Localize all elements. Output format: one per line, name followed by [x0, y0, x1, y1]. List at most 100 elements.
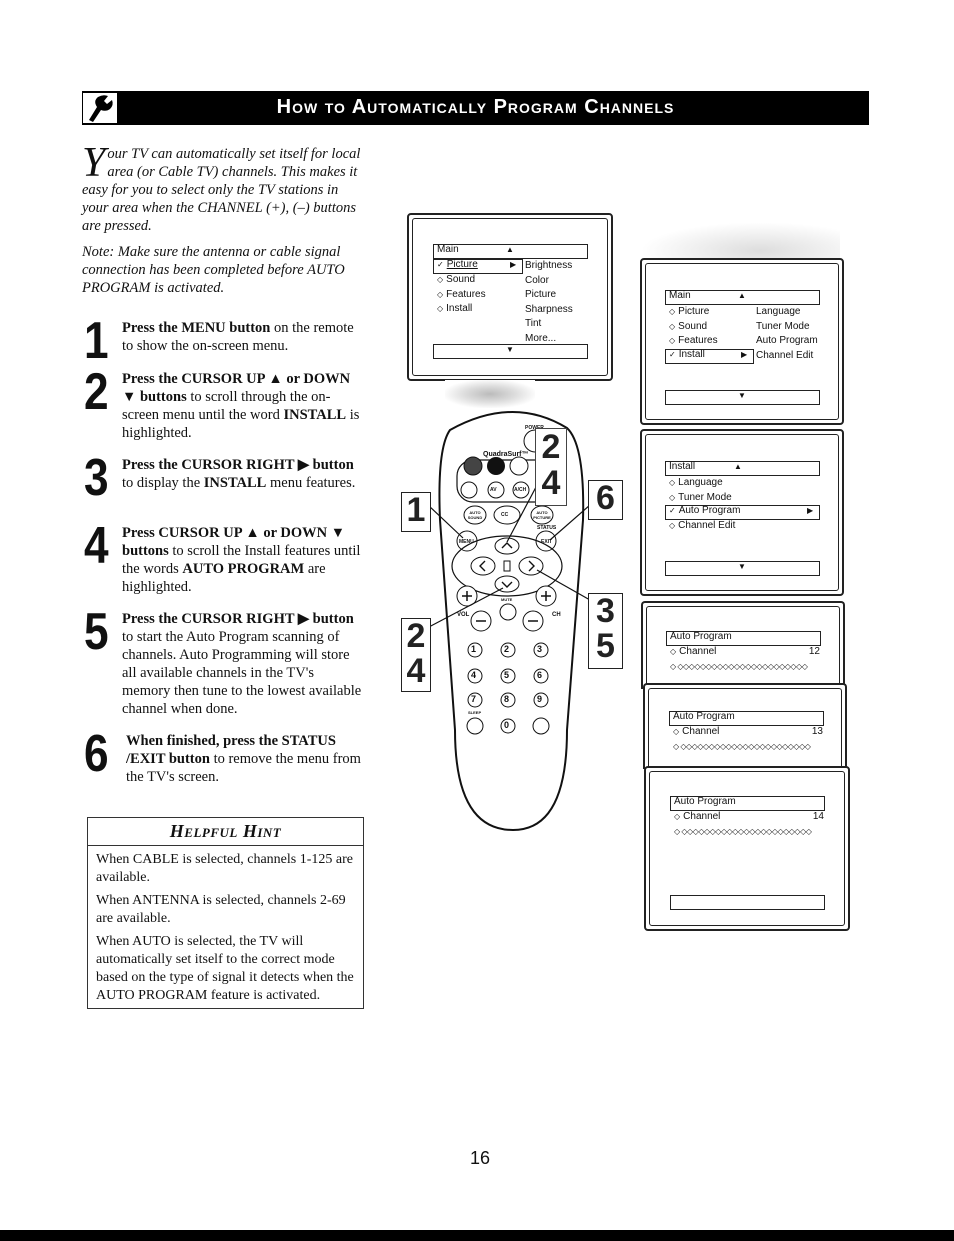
- auto-sound-button[interactable]: AUTO SOUND: [466, 510, 484, 520]
- cursor-up-button[interactable]: [495, 538, 519, 554]
- callout-number: 5: [596, 627, 615, 665]
- tv-screen-auto-program-13: Auto Program ◇ Channel 13 ◇ ◇◇◇◇◇◇◇◇◇◇◇◇◇…: [643, 683, 847, 773]
- menu-footer-box: ▼: [665, 390, 820, 405]
- diamond-icon: ◇: [669, 478, 676, 487]
- blank-button[interactable]: [533, 718, 549, 734]
- digit-8-button[interactable]: 8: [504, 694, 509, 704]
- step-bold: AUTO PROGRAM: [182, 561, 305, 577]
- digit-3-button[interactable]: 3: [537, 644, 542, 654]
- step-number: 1: [84, 312, 109, 370]
- submenu-item: Tint: [525, 318, 542, 329]
- menu-item: ◇ Tuner Mode: [669, 491, 732, 503]
- digit-4-button[interactable]: 4: [471, 670, 476, 680]
- menu-item: ◇ Install: [437, 303, 473, 314]
- channel-row: ◇ Channel 12: [670, 645, 820, 660]
- hint-paragraph: When AUTO is selected, the TV will autom…: [96, 934, 354, 1003]
- quadrasurf-button-3[interactable]: [510, 457, 528, 475]
- cursor-right-button[interactable]: [519, 557, 543, 575]
- menu-right-list: Brightness Color Picture Sharpness Tint …: [525, 259, 573, 346]
- channel-up-button[interactable]: [536, 586, 556, 606]
- step-number: 4: [84, 517, 109, 575]
- digit-6-button[interactable]: 6: [537, 670, 542, 680]
- channel-down-button[interactable]: [523, 611, 543, 631]
- submenu-item: Sharpness: [525, 303, 573, 315]
- digit-7-button[interactable]: 7: [471, 694, 476, 704]
- menu-header-label: Auto Program: [674, 796, 736, 807]
- cursor-down-button[interactable]: [495, 576, 519, 592]
- channel-label: Channel: [679, 646, 717, 657]
- mute-label: MUTE: [501, 597, 513, 602]
- channel-label: Channel: [683, 811, 721, 822]
- quadrasurf-button-2[interactable]: [487, 457, 505, 475]
- hint-paragraph: When ANTENNA is selected, channels 2-69 …: [96, 893, 346, 926]
- callout-number: 4: [541, 464, 561, 502]
- diamond-icon: ◇: [673, 727, 680, 736]
- menu-item: ◇ Language: [669, 477, 723, 488]
- right-arrow-icon: ▶: [807, 506, 814, 515]
- callout-number: 4: [406, 652, 426, 690]
- sleep-button[interactable]: [467, 718, 483, 734]
- step-bold: Press the CURSOR RIGHT ▶ button: [122, 457, 354, 473]
- menu-header-box: Main ▲: [433, 244, 588, 259]
- auto-picture-button[interactable]: AUTO PICTURE: [533, 510, 551, 520]
- channel-number: 12: [808, 646, 820, 657]
- diamond-icon: ◇: [669, 321, 676, 331]
- page-title: How to Automatically Program Channels: [276, 96, 675, 118]
- submenu-item: Language: [756, 306, 801, 317]
- step-text: to start the Auto Program scanning of ch…: [122, 629, 362, 717]
- digit-0-button[interactable]: 0: [504, 720, 509, 730]
- cc-button[interactable]: CC: [501, 512, 508, 518]
- diamond-icon: ◇: [669, 336, 676, 345]
- screen-glow-decoration: [640, 222, 840, 258]
- menu-button[interactable]: MENU: [459, 539, 474, 545]
- mute-button[interactable]: [500, 604, 516, 620]
- step-number: 3: [84, 449, 109, 507]
- sleep-label: SLEEP: [468, 710, 482, 715]
- hint-paragraph: When CABLE is selected, channels 1-125 a…: [96, 852, 353, 885]
- volume-up-button[interactable]: [457, 586, 477, 606]
- cursor-left-button[interactable]: [471, 557, 495, 575]
- smart-button[interactable]: [461, 482, 477, 498]
- step-number: 2: [84, 363, 109, 421]
- volume-down-button[interactable]: [471, 611, 491, 631]
- digit-9-button[interactable]: 9: [537, 694, 542, 704]
- menu-item-selected: ✓ Auto Program ▶: [665, 505, 820, 520]
- diamond-icon: ◇: [437, 275, 444, 284]
- check-icon: ✓: [669, 506, 676, 515]
- menu-item-label: Picture: [446, 259, 478, 270]
- install-list: ◇ Language ◇ Tuner Mode: [669, 476, 732, 505]
- down-arrow-icon: ▼: [738, 391, 746, 400]
- menu-item-label: Install: [678, 349, 705, 360]
- submenu-item: Auto Program: [756, 335, 818, 346]
- menu-footer-box: ▼: [665, 561, 820, 576]
- submenu-item: Picture: [525, 289, 557, 300]
- menu-footer-box: [670, 895, 825, 910]
- step-text: to display the: [122, 475, 204, 491]
- step-bold: Press the MENU button: [122, 320, 271, 336]
- bottom-bar: [0, 1230, 954, 1241]
- menu-item: ◇ Channel Edit: [669, 520, 736, 531]
- scan-progress: ◇ ◇◇◇◇◇◇◇◇◇◇◇◇◇◇◇◇◇◇◇◇◇◇◇: [673, 742, 811, 751]
- menu-item-selected: ✓ Install ▶: [665, 349, 754, 364]
- note-paragraph: Note: Make sure the antenna or cable sig…: [82, 244, 345, 296]
- menu-item-label: Auto Program: [678, 505, 741, 516]
- submenu-item: Color: [525, 274, 549, 286]
- up-arrow-icon: ▲: [734, 462, 742, 471]
- submenu-item: Tuner Mode: [756, 320, 810, 332]
- down-arrow-icon: ▼: [738, 562, 746, 571]
- quadrasurf-button-1[interactable]: [464, 457, 482, 475]
- menu-footer-box: ▼: [433, 344, 588, 359]
- av-button[interactable]: AV: [490, 487, 497, 493]
- exit-button[interactable]: EXIT: [541, 539, 552, 545]
- scan-progress: ◇ ◇◇◇◇◇◇◇◇◇◇◇◇◇◇◇◇◇◇◇◇◇◇◇: [670, 662, 808, 671]
- menu-item: ◇ Sound: [669, 320, 708, 332]
- menu-item: ◇ Features: [669, 335, 718, 346]
- menu-header-label: Auto Program: [673, 711, 735, 722]
- ach-button[interactable]: A/CH: [514, 487, 526, 493]
- callout-number: 3: [596, 592, 615, 630]
- digit-2-button[interactable]: 2: [504, 644, 509, 654]
- down-arrow-icon: ▼: [506, 345, 514, 354]
- digit-5-button[interactable]: 5: [504, 670, 509, 680]
- callout-step-2-4-top: 2 4: [535, 428, 567, 506]
- digit-1-button[interactable]: 1: [471, 644, 476, 654]
